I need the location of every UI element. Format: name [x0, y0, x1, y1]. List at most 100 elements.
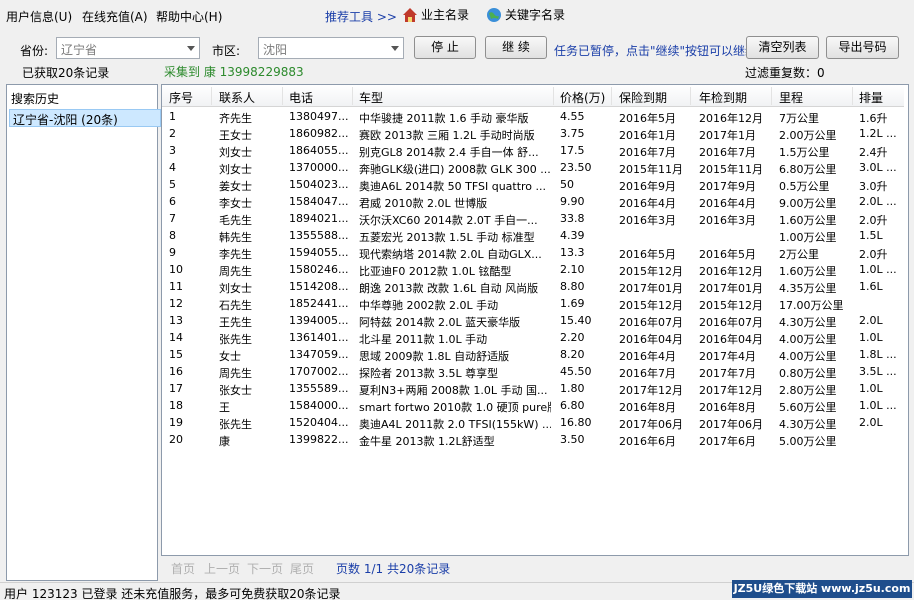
header-phone[interactable]: 电话 [289, 89, 313, 106]
table-row[interactable]: 1 齐先生 1380497... 中华骏捷 2011款 1.6 手动 豪华版 4.55 2… [162, 109, 904, 126]
cell-contact: 姜女士 [219, 180, 252, 193]
cell-inspection-expiry: 2016年5月 [699, 248, 756, 261]
collecting-status: 采集到 康 13998229883 [164, 65, 304, 79]
cell-inspection-expiry: 2016年3月 [699, 214, 756, 227]
cell-insurance-expiry: 2016年5月 [619, 112, 676, 125]
header-mileage[interactable]: 里程 [779, 89, 803, 106]
duplicate-filter-count: 过滤重复数：0 [745, 66, 825, 80]
cell-index: 17 [169, 382, 183, 395]
cell-contact: 刘女士 [219, 282, 252, 295]
stop-button[interactable]: 停 止 [414, 36, 476, 59]
table-row[interactable]: 10 周先生 1580246... 比亚迪F0 2012款 1.0L 铉酷型 2.10 2… [162, 262, 904, 279]
cell-insurance-expiry: 2016年3月 [619, 214, 676, 227]
pager-next[interactable]: 下一页 [247, 560, 283, 577]
chevron-down-icon [187, 46, 195, 51]
table-row[interactable]: 19 张先生 1520404... 奥迪A4L 2011款 2.0 TFSI(155k… [162, 415, 904, 432]
cell-index: 3 [169, 144, 176, 157]
cell-inspection-expiry: 2017年12月 [699, 384, 763, 397]
cell-mileage: 1.5万公里 [779, 146, 830, 159]
globe-icon [487, 7, 501, 22]
table-row[interactable]: 12 石先生 1852441... 中华尊驰 2002款 2.0L 手动 1.69 201… [162, 296, 904, 313]
cell-insurance-expiry: 2016年07月 [619, 316, 683, 329]
column-divider[interactable] [553, 87, 554, 105]
cell-mileage: 4.00万公里 [779, 333, 837, 346]
owner-list-button[interactable]: 业主名录 [402, 6, 469, 23]
menu-help[interactable]: 帮助中心(H) [156, 8, 222, 25]
cell-displacement: 2.0L ... [859, 195, 897, 208]
cell-inspection-expiry: 2015年11月 [699, 163, 763, 176]
pager-last[interactable]: 尾页 [290, 560, 314, 577]
menu-recharge[interactable]: 在线充值(A) [82, 8, 148, 25]
cell-displacement: 1.2L ... [859, 127, 897, 140]
header-index[interactable]: 序号 [169, 89, 193, 106]
pager-first[interactable]: 首页 [171, 560, 195, 577]
keyword-list-button[interactable]: 关键字名录 [486, 6, 565, 23]
cell-phone: 1584000... [289, 399, 349, 412]
continue-button[interactable]: 继 续 [485, 36, 547, 59]
table-row[interactable]: 16 周先生 1707002... 探险者 2013款 3.5L 尊享型 45.50 20… [162, 364, 904, 381]
cell-index: 6 [169, 195, 176, 208]
table-row[interactable]: 17 张女士 1355589... 夏利N3+两厢 2008款 1.0L 手动 国..… [162, 381, 904, 398]
cell-price: 4.39 [560, 229, 585, 242]
cell-phone: 1504023... [289, 178, 349, 191]
cell-car-model: 奥迪A4L 2011款 2.0 TFSI(155kW) ... [359, 418, 551, 431]
column-divider[interactable] [352, 87, 353, 105]
table-row[interactable]: 2 王女士 1860982... 赛欧 2013款 三厢 1.2L 手动时尚版 3.75… [162, 126, 904, 143]
cell-displacement: 2.4升 [859, 146, 888, 159]
cell-car-model: 五菱宏光 2013款 1.5L 手动 标准型 [359, 231, 535, 244]
table-row[interactable]: 11 刘女士 1514208... 朗逸 2013款 改款 1.6L 自动 风尚版 8.… [162, 279, 904, 296]
table-row[interactable]: 14 张先生 1361401... 北斗星 2011款 1.0L 手动 2.20 2016… [162, 330, 904, 347]
cell-index: 10 [169, 263, 183, 276]
cell-car-model: 探险者 2013款 3.5L 尊享型 [359, 367, 499, 380]
search-history-item[interactable]: 辽宁省-沈阳 (20条) [9, 109, 161, 127]
cell-contact: 康 [219, 435, 230, 448]
table-row[interactable]: 9 李先生 1594055... 现代索纳塔 2014款 2.0L 自动GLX... 1… [162, 245, 904, 262]
cell-contact: 周先生 [219, 367, 252, 380]
menu-bar: 用户信息(U) 在线充值(A) 帮助中心(H) 推荐工具 >> 业主名录 关键字… [0, 0, 914, 30]
cell-price: 6.80 [560, 399, 585, 412]
table-row[interactable]: 6 李女士 1584047... 君威 2010款 2.0L 世博版 9.90 2016年… [162, 194, 904, 211]
table-row[interactable]: 13 王先生 1394005... 阿特兹 2014款 2.0L 蓝天豪华版 15.40… [162, 313, 904, 330]
table-row[interactable]: 15 女士 1347059... 思域 2009款 1.8L 自动舒适版 8.20 201… [162, 347, 904, 364]
owner-list-label: 业主名录 [421, 8, 470, 22]
table-row[interactable]: 20 康 1399822... 金牛星 2013款 1.2L舒适型 3.50 2016年6… [162, 432, 904, 449]
cell-index: 19 [169, 416, 183, 429]
header-car-model[interactable]: 车型 [359, 89, 383, 106]
table-row[interactable]: 7 毛先生 1894021... 沃尔沃XC60 2014款 2.0T 手自一... 3… [162, 211, 904, 228]
cell-insurance-expiry: 2015年12月 [619, 299, 683, 312]
pager-prev[interactable]: 上一页 [204, 560, 240, 577]
cell-price: 13.3 [560, 246, 585, 259]
province-select[interactable]: 辽宁省 [56, 37, 200, 59]
table-row[interactable]: 18 王 1584000... smart fortwo 2010款 1.0 硬顶 p… [162, 398, 904, 415]
header-inspection-expiry[interactable]: 年检到期 [699, 89, 747, 106]
column-divider[interactable] [690, 87, 691, 105]
column-divider[interactable] [611, 87, 612, 105]
header-price[interactable]: 价格(万) [560, 89, 605, 106]
cell-inspection-expiry: 2016年4月 [699, 197, 756, 210]
export-numbers-button[interactable]: 导出号码 [826, 36, 899, 59]
column-divider[interactable] [852, 87, 853, 105]
cell-mileage: 1.60万公里 [779, 214, 837, 227]
cell-contact: 张先生 [219, 333, 252, 346]
header-displacement[interactable]: 排量 [859, 89, 883, 106]
fetched-count: 已获取20条记录 [22, 66, 110, 80]
cell-displacement: 2.0L [859, 416, 883, 429]
cell-mileage: 4.00万公里 [779, 350, 837, 363]
cell-inspection-expiry: 2016年12月 [699, 112, 763, 125]
menu-user-info[interactable]: 用户信息(U) [6, 8, 72, 25]
clear-list-button[interactable]: 清空列表 [746, 36, 819, 59]
header-insurance-expiry[interactable]: 保险到期 [619, 89, 667, 106]
cell-insurance-expiry: 2017年06月 [619, 418, 683, 431]
city-select[interactable]: 沈阳 [258, 37, 404, 59]
table-row[interactable]: 3 刘女士 1864055... 别克GL8 2014款 2.4 手自一体 舒... 1… [162, 143, 904, 160]
cell-price: 8.20 [560, 348, 585, 361]
column-divider[interactable] [211, 87, 212, 105]
table-row[interactable]: 5 姜女士 1504023... 奥迪A6L 2014款 50 TFSI quattr… [162, 177, 904, 194]
cell-inspection-expiry: 2016年07月 [699, 316, 763, 329]
table-row[interactable]: 4 刘女士 1370000... 奔驰GLK级(进口) 2008款 GLK 300 .… [162, 160, 904, 177]
cell-index: 5 [169, 178, 176, 191]
header-contact[interactable]: 联系人 [219, 89, 255, 106]
table-row[interactable]: 8 韩先生 1355588... 五菱宏光 2013款 1.5L 手动 标准型 4.39… [162, 228, 904, 245]
column-divider[interactable] [282, 87, 283, 105]
column-divider[interactable] [771, 87, 772, 105]
